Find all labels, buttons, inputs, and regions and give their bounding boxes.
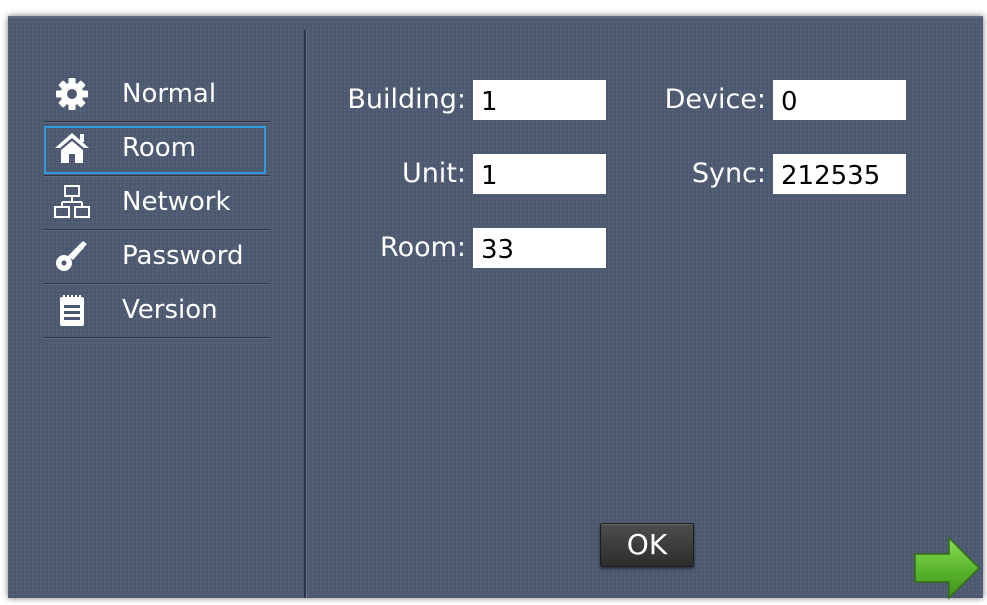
sidebar-item-label: Network [122,187,231,217]
sidebar-item-password[interactable]: Password [44,230,270,284]
arrow-right-icon[interactable] [913,535,983,601]
notepad-icon [54,292,90,328]
device-label: Device: [664,84,766,115]
network-icon [54,184,90,220]
key-icon [54,238,90,274]
gear-icon [54,76,90,112]
unit-label: Unit: [401,158,466,189]
sidebar-item-version[interactable]: Version [44,284,270,338]
screen: Normal Room Network Password Version Bui… [0,0,987,601]
sidebar-item-label: Password [122,241,244,271]
sidebar-item-label: Normal [122,79,217,109]
panel-divider [304,30,306,598]
room-field[interactable]: 33 [473,228,606,268]
sync-label: Sync: [691,158,766,189]
settings-panel: Normal Room Network Password Version Bui… [8,16,983,601]
sidebar-item-label: Room [122,133,197,163]
room-label: Room: [380,232,466,263]
building-field[interactable]: 1 [473,80,606,120]
unit-field[interactable]: 1 [473,154,606,194]
sidebar-menu: Normal Room Network Password Version [44,68,270,338]
sidebar-item-label: Version [122,295,218,325]
sidebar-item-normal[interactable]: Normal [44,68,270,122]
home-icon [54,130,90,166]
device-field[interactable]: 0 [773,80,906,120]
sidebar-item-network[interactable]: Network [44,176,270,230]
ok-button[interactable]: OK [600,523,694,567]
sync-field[interactable]: 212535 [773,154,906,194]
building-label: Building: [347,84,466,115]
sidebar-item-room[interactable]: Room [44,122,270,176]
